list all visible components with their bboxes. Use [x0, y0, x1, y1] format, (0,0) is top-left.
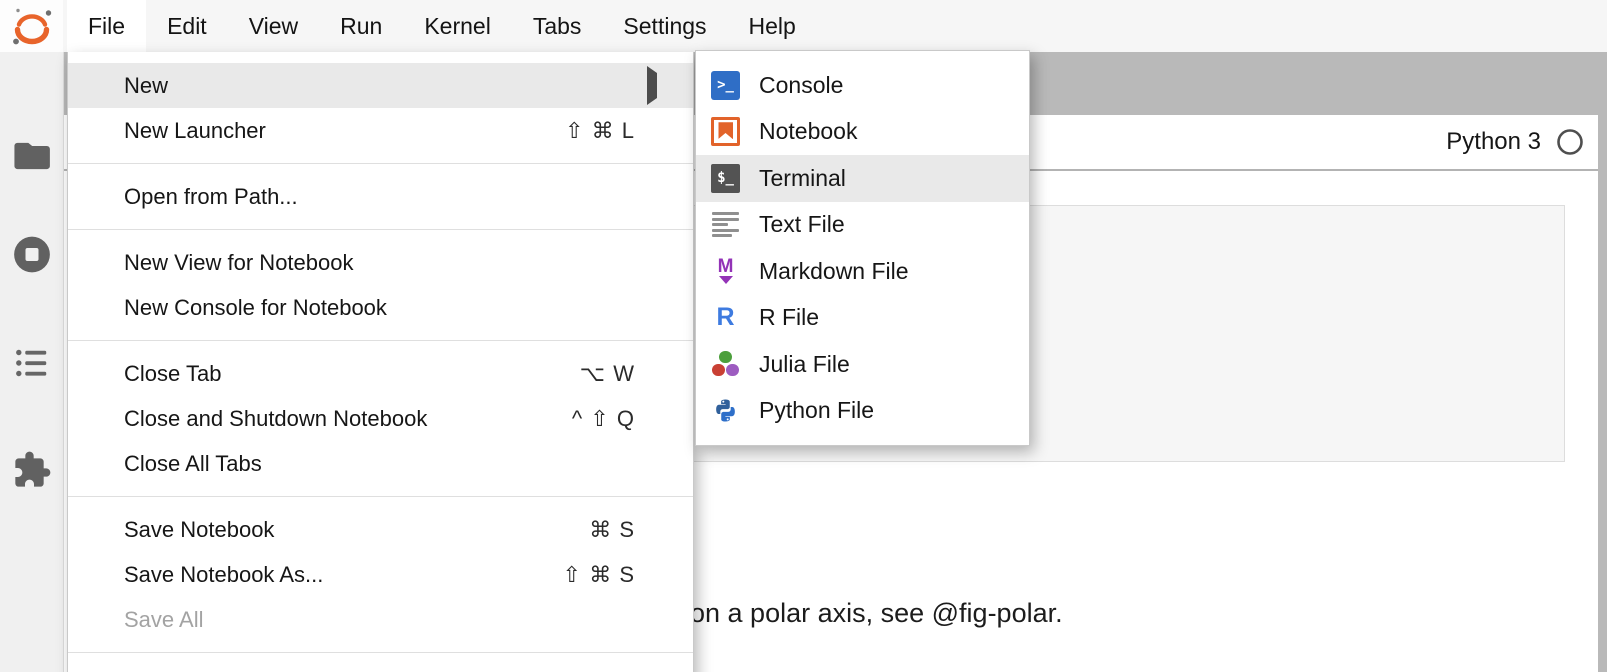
submenu-arrow-icon: [647, 73, 657, 99]
text-file-icon: [711, 210, 740, 239]
python-icon: [711, 396, 740, 425]
console-icon: >_: [711, 71, 740, 100]
menu-item-label: New Console for Notebook: [124, 295, 387, 321]
menu-separator: [68, 229, 693, 230]
menu-separator: [68, 163, 693, 164]
julia-icon: [711, 350, 740, 379]
menubar-item-kernel[interactable]: Kernel: [403, 0, 511, 52]
menu-item-label: Close All Tabs: [124, 451, 262, 477]
menu-item-new-launcher[interactable]: New Launcher ⇧ ⌘ L: [68, 108, 693, 153]
r-file-icon: R: [711, 303, 740, 332]
submenu-item-notebook[interactable]: Notebook: [696, 109, 1029, 156]
menu-item-shortcut: ⇧ ⌘ S: [563, 562, 635, 588]
new-submenu: >_ Console Notebook $_ Terminal Text Fil…: [695, 50, 1030, 446]
notebook-icon: [711, 117, 740, 146]
submenu-item-terminal[interactable]: $_ Terminal: [696, 155, 1029, 202]
menu-bar-items: File Edit View Run Kernel Tabs Settings …: [67, 0, 817, 52]
menu-bar: File Edit View Run Kernel Tabs Settings …: [0, 0, 1607, 52]
menubar-item-run[interactable]: Run: [319, 0, 403, 52]
menu-item-save-all[interactable]: Save All: [68, 597, 693, 642]
menubar-item-settings[interactable]: Settings: [602, 0, 727, 52]
submenu-item-text-file[interactable]: Text File: [696, 202, 1029, 249]
menu-item-label: New: [124, 73, 168, 99]
menu-item-label: Close and Shutdown Notebook: [124, 406, 427, 432]
file-menu: New New Launcher ⇧ ⌘ L Open from Path...…: [67, 52, 694, 672]
menu-item-label: Open from Path...: [124, 184, 298, 210]
submenu-item-label: Text File: [759, 211, 845, 238]
terminal-icon: $_: [711, 164, 740, 193]
menu-item-save-notebook-as[interactable]: Save Notebook As... ⇧ ⌘ S: [68, 552, 693, 597]
menubar-item-tabs[interactable]: Tabs: [512, 0, 603, 52]
menu-item-label: Save Notebook: [124, 517, 274, 543]
menu-item-label: Save All: [124, 607, 204, 633]
menu-separator: [68, 340, 693, 341]
menubar-item-edit[interactable]: Edit: [146, 0, 228, 52]
menu-item-shortcut: ⇧ ⌘ L: [565, 118, 635, 144]
menu-item-label: Save Notebook As...: [124, 562, 323, 588]
submenu-item-markdown-file[interactable]: M Markdown File: [696, 248, 1029, 295]
submenu-item-label: R File: [759, 304, 819, 331]
menu-item-shortcut: ^ ⇧ Q: [572, 406, 635, 432]
menu-item-new-view-for-notebook[interactable]: New View for Notebook: [68, 240, 693, 285]
menu-separator: [68, 652, 693, 653]
menu-item-shortcut: ⌥ W: [580, 361, 635, 387]
menubar-item-help[interactable]: Help: [728, 0, 817, 52]
jupyter-logo-icon: [0, 0, 63, 52]
menu-item-label: New View for Notebook: [124, 250, 354, 276]
menu-item-label: Close Tab: [124, 361, 221, 387]
menu-separator: [68, 496, 693, 497]
table-of-contents-icon[interactable]: [14, 345, 50, 381]
running-kernels-icon[interactable]: [12, 235, 51, 274]
menu-item-new[interactable]: New: [68, 63, 693, 108]
kernel-status-icon[interactable]: [1556, 128, 1584, 156]
menubar-item-view[interactable]: View: [228, 0, 319, 52]
submenu-item-label: Notebook: [759, 118, 857, 145]
submenu-item-julia-file[interactable]: Julia File: [696, 341, 1029, 388]
kernel-name[interactable]: Python 3: [1446, 128, 1541, 156]
submenu-item-r-file[interactable]: R R File: [696, 295, 1029, 342]
submenu-item-label: Markdown File: [759, 258, 909, 285]
menu-item-open-from-path[interactable]: Open from Path...: [68, 174, 693, 219]
menubar-item-file[interactable]: File: [67, 0, 146, 52]
menu-item-close-tab[interactable]: Close Tab ⌥ W: [68, 351, 693, 396]
markdown-paragraph: on a polar axis, see @fig-polar.: [690, 598, 1063, 629]
submenu-item-console[interactable]: >_ Console: [696, 62, 1029, 109]
extensions-puzzle-icon[interactable]: [12, 450, 52, 490]
submenu-item-label: Julia File: [759, 351, 850, 378]
submenu-item-label: Python File: [759, 397, 874, 424]
file-browser-folder-icon[interactable]: [13, 140, 50, 172]
menu-item-save-notebook[interactable]: Save Notebook ⌘ S: [68, 507, 693, 552]
window-right-edge: [1598, 115, 1607, 672]
submenu-item-python-file[interactable]: Python File: [696, 388, 1029, 435]
menu-item-label: New Launcher: [124, 118, 266, 144]
left-sidebar: [0, 52, 64, 672]
menu-item-close-and-shutdown-notebook[interactable]: Close and Shutdown Notebook ^ ⇧ Q: [68, 396, 693, 441]
markdown-icon: M: [711, 257, 740, 286]
submenu-item-label: Console: [759, 72, 843, 99]
menu-item-shortcut: ⌘ S: [589, 517, 635, 543]
menu-item-close-all-tabs[interactable]: Close All Tabs: [68, 441, 693, 486]
jupyterlab-window: Python 3 on a polar axis, see @fig-polar…: [0, 0, 1607, 672]
menu-item-new-console-for-notebook[interactable]: New Console for Notebook: [68, 285, 693, 330]
submenu-item-label: Terminal: [759, 165, 846, 192]
